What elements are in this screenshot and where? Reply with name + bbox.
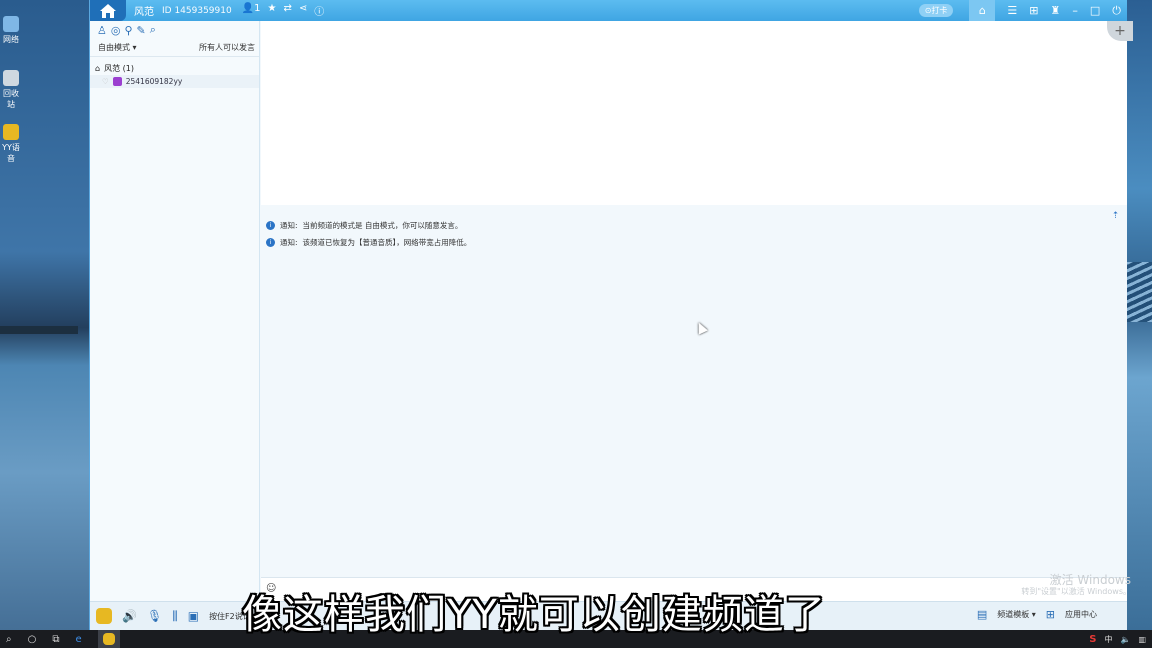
chat-message: i 通知: 当前频道的模式是 自由模式，你可以随意发言。 [266, 220, 462, 231]
headset-icon[interactable]: ◎ [111, 24, 121, 37]
restore-icon[interactable]: □ [1090, 4, 1100, 17]
app-center-icon: ⊞ [1045, 608, 1055, 621]
home-button[interactable] [90, 0, 126, 21]
cortana-icon[interactable]: ○ [28, 634, 37, 645]
message-prefix: 通知: [280, 221, 298, 230]
edge-icon[interactable]: e [75, 634, 81, 645]
chat-area: ⇡ i 通知: 当前频道的模式是 自由模式，你可以随意发言。 i 通知: 该频道… [261, 205, 1127, 577]
edit-icon[interactable]: ✎ [137, 24, 146, 37]
desktop-icon-label: 回收站 [3, 89, 19, 109]
channel-id: ID 1459359910 [162, 5, 232, 16]
message-text: 该频道已恢复为【普通音质】，网络带宽占用降低。 [302, 238, 472, 247]
desktop-icon-yy[interactable]: YY语音 [0, 124, 22, 164]
mouse-cursor [694, 320, 708, 335]
channel-home-icon: ⌂ [95, 63, 101, 73]
members-icon[interactable]: ♙ [97, 24, 107, 37]
desktop-icon-recycle-bin[interactable]: 回收站 [0, 70, 22, 110]
wallpaper-bridge [1126, 262, 1152, 322]
template-icon: ▤ [976, 608, 988, 621]
wallpaper-shoreline [0, 326, 78, 334]
user-name: 2541609182yy [125, 77, 183, 86]
mic-status-icon: ♡ [102, 77, 109, 86]
sign-in-label: 打卡 [931, 6, 948, 15]
info-icon[interactable]: ⓘ [314, 3, 324, 18]
channel-name: 风范 [134, 7, 154, 18]
channel-sidebar: ♙ ◎ ⚲ ✎ ⌕ 自由模式 ▾ 所有人可以发言 ⌂ 风范 (1) ♡ 2541… [90, 21, 260, 601]
scroll-top-icon[interactable]: ⇡ [1110, 211, 1121, 222]
recycle-bin-icon [3, 70, 19, 86]
channel-template-button[interactable]: 频道模板 ▾ [997, 609, 1036, 620]
network-icon [3, 16, 19, 32]
app-center-button[interactable]: 应用中心 [1065, 609, 1097, 620]
desktop-wallpaper-left: 网络 回收站 YY语音 [0, 0, 89, 630]
channel-tree-root[interactable]: ⌂ 风范 (1) [90, 61, 259, 75]
yy-icon [102, 633, 115, 645]
system-tray: S 中 🔈 ▥ [1089, 630, 1146, 648]
mode-row: 自由模式 ▾ 所有人可以发言 [90, 39, 259, 57]
title-bar: 风范 ID 1459359910 👤1 ★ ⇄ ⋖ ⓘ ⊙打卡 ⌂ ☰ ⊞ ♜ … [90, 0, 1127, 21]
activate-windows-hint: 转到"设置"以激活 Windows。 [1021, 587, 1131, 596]
add-icon[interactable]: + [1107, 21, 1133, 41]
desktop-icon-label: YY语音 [2, 143, 20, 163]
network-icon[interactable]: ▥ [1138, 635, 1146, 644]
desktop-icon-network[interactable]: 网络 [0, 16, 22, 45]
speak-rule: 所有人可以发言 [199, 43, 255, 52]
user-icon[interactable]: 👤1 [242, 3, 261, 18]
game-icon[interactable]: ⊞ [1029, 4, 1038, 17]
message-text: 当前频道的模式是 自由模式，你可以随意发言。 [302, 221, 463, 230]
notice-icon: i [266, 221, 275, 230]
star-icon[interactable]: ★ [268, 3, 277, 18]
yy-logo-icon[interactable] [96, 608, 112, 624]
search-icon[interactable]: ⌕ [150, 23, 156, 37]
user-role-icon [112, 77, 122, 86]
sign-in-button[interactable]: ⊙打卡 [918, 4, 954, 17]
yy-icon [3, 124, 19, 140]
online-count: 1 [254, 3, 261, 14]
power-icon[interactable]: ⏻ [1112, 4, 1121, 18]
transfer-icon[interactable]: ⇄ [284, 3, 292, 18]
video-subtitle: 像这样我们YY就可以创建频道了 [242, 592, 826, 638]
sogou-ime-icon[interactable]: S [1089, 634, 1096, 645]
home-tab-icon[interactable]: ⌂ [969, 0, 996, 21]
yy-channel-window: 风范 ID 1459359910 👤1 ★ ⇄ ⋖ ⓘ ⊙打卡 ⌂ ☰ ⊞ ♜ … [89, 0, 1133, 630]
message-prefix: 通知: [280, 238, 298, 247]
chat-message: i 通知: 该频道已恢复为【普通音质】，网络带宽占用降低。 [266, 237, 471, 248]
window-controls: ⊙打卡 ⌂ ☰ ⊞ ♜ – □ ⏻ [918, 0, 1121, 21]
mixer-icon[interactable]: ⫼ [172, 609, 178, 624]
ime-language[interactable]: 中 [1104, 634, 1112, 645]
f2-key-icon: ▣ [187, 609, 200, 623]
search-icon[interactable]: ⌕ [6, 634, 12, 645]
sidebar-toolbar: ♙ ◎ ⚲ ✎ ⌕ [90, 21, 259, 39]
share-icon[interactable]: ⋖ [299, 3, 307, 18]
volume-icon[interactable]: 🔈 [1120, 635, 1130, 644]
home-icon [100, 3, 116, 18]
minimize-icon[interactable]: – [1072, 4, 1078, 17]
microphone-icon[interactable]: 🎙 [147, 609, 162, 623]
root-channel-label: 风范 (1) [104, 63, 134, 73]
location-icon[interactable]: ⚲ [124, 24, 132, 37]
mode-label: 自由模式 [98, 43, 130, 52]
desktop-icon-label: 网络 [3, 35, 19, 44]
speaker-icon[interactable]: 🔊 [122, 609, 137, 623]
taskbar-yy-app[interactable] [97, 630, 120, 648]
task-view-icon[interactable]: ⧉ [52, 634, 59, 645]
bottom-right-tools: ▤ 频道模板 ▾ ⊞ 应用中心 [977, 608, 1097, 621]
list-icon[interactable]: ☰ [1007, 4, 1017, 17]
user-list-item[interactable]: ♡ 2541609182yy [90, 75, 259, 88]
notice-icon: i [266, 238, 275, 247]
skin-icon[interactable]: ♜ [1051, 4, 1061, 17]
mode-dropdown[interactable]: 自由模式 ▾ [98, 42, 137, 53]
title-icons: 👤1 ★ ⇄ ⋖ ⓘ [242, 3, 325, 18]
channel-template-label: 频道模板 [997, 610, 1030, 619]
video-area: + [261, 21, 1133, 205]
